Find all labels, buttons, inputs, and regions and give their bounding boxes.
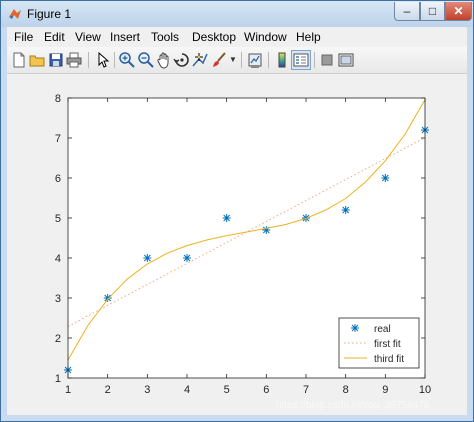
x-tick-label: 7: [303, 384, 309, 396]
toolbar-separator: [114, 52, 115, 68]
watermark-text: https://blog.csdn.net/qq_38758478: [276, 400, 430, 411]
data-cursor-icon[interactable]: [191, 51, 209, 69]
menu-view[interactable]: View: [75, 30, 101, 44]
menu-tools[interactable]: Tools: [151, 30, 179, 44]
window-title: Figure 1: [27, 7, 72, 21]
menu-window[interactable]: Window: [244, 30, 287, 44]
menu-help[interactable]: Help: [296, 30, 321, 44]
data-point-real: [103, 294, 112, 302]
figure-canvas: 1 2 3 4 5 6 7 8 9 10 1 2 3 4 5 6 7 8 real first fit third fi…: [7, 74, 467, 415]
y-tick-label: 4: [55, 253, 61, 265]
legend-label: third fit: [374, 354, 404, 365]
minimize-button[interactable]: –: [394, 2, 420, 21]
hide-plot-tools-icon[interactable]: [318, 51, 336, 69]
pan-icon[interactable]: [155, 51, 173, 69]
menu-edit[interactable]: Edit: [44, 30, 65, 44]
data-point-real: [341, 206, 350, 214]
rotate-icon[interactable]: [173, 51, 191, 69]
legend-icon[interactable]: [291, 50, 311, 70]
menu-desktop[interactable]: Desktop: [192, 30, 236, 44]
show-plot-tools-icon[interactable]: [337, 51, 355, 69]
toolbar-separator: [314, 52, 315, 68]
x-tick-label: 6: [263, 384, 269, 396]
y-tick-label: 3: [55, 293, 61, 305]
data-point-real: [262, 226, 271, 234]
y-tick-label: 8: [55, 93, 61, 105]
y-tick-label: 1: [55, 373, 61, 385]
figure-window: Figure 1 – □ ✕ File Edit View Insert Too…: [0, 0, 474, 422]
x-tick-label: 4: [184, 384, 190, 396]
x-tick-label: 9: [382, 384, 388, 396]
print-icon[interactable]: [65, 51, 83, 69]
toolbar-separator: [268, 52, 269, 68]
pointer-icon[interactable]: [93, 51, 111, 69]
y-tick-label: 5: [55, 213, 61, 225]
chevron-down-icon[interactable]: ▼: [229, 55, 237, 64]
brush-icon[interactable]: [210, 51, 228, 69]
plot-area[interactable]: 1 2 3 4 5 6 7 8 9 10 1 2 3 4 5 6 7 8 real first fit third fi…: [7, 74, 467, 415]
x-tick-label: 1: [65, 384, 71, 396]
menu-file[interactable]: File: [14, 30, 33, 44]
legend-label: first fit: [374, 339, 401, 350]
data-point-real: [183, 254, 191, 262]
link-plot-icon[interactable]: [246, 51, 264, 69]
y-tick-label: 7: [55, 133, 61, 145]
data-point-real: [381, 174, 390, 182]
y-tick-label: 2: [55, 333, 61, 345]
legend-label: real: [374, 324, 391, 335]
data-point-real: [143, 254, 152, 262]
data-point-real: [222, 214, 231, 222]
title-bar[interactable]: Figure 1 – □ ✕: [1, 1, 473, 27]
x-tick-label: 5: [224, 384, 230, 396]
zoom-out-icon[interactable]: [137, 51, 155, 69]
toolbar-separator: [241, 52, 242, 68]
new-figure-icon[interactable]: [10, 51, 28, 69]
matlab-logo-icon: [9, 9, 21, 19]
open-file-icon[interactable]: [28, 51, 46, 69]
colorbar-icon[interactable]: [273, 51, 291, 69]
menu-insert[interactable]: Insert: [110, 30, 140, 44]
zoom-in-icon[interactable]: [118, 51, 136, 69]
x-tick-label: 3: [144, 384, 150, 396]
figure-client-area: File Edit View Insert Tools Desktop Wind…: [7, 27, 467, 415]
x-tick-label: 10: [419, 384, 431, 396]
maximize-button[interactable]: □: [420, 2, 445, 21]
legend-marker-real: [351, 324, 359, 332]
close-button[interactable]: ✕: [445, 2, 472, 21]
x-tick-label: 8: [343, 384, 349, 396]
y-tick-label: 6: [55, 173, 61, 185]
menu-bar: File Edit View Insert Tools Desktop Wind…: [7, 27, 467, 47]
figure-toolbar: ▼: [7, 47, 467, 74]
x-tick-label: 2: [105, 384, 111, 396]
toolbar-separator: [88, 52, 89, 68]
save-icon[interactable]: [47, 51, 65, 69]
